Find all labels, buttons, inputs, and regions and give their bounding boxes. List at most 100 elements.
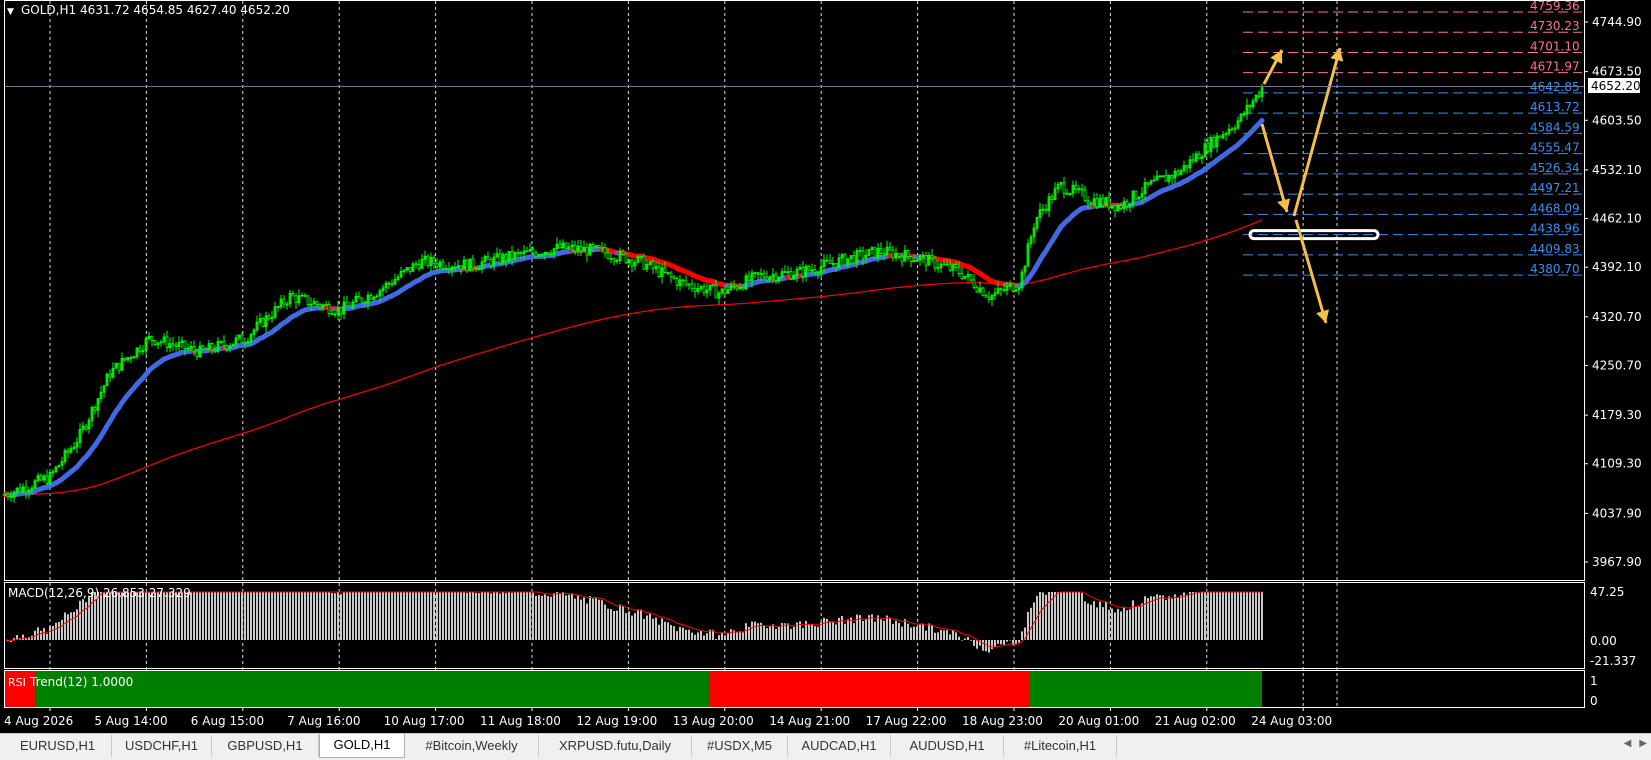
- candle-body: [643, 256, 645, 269]
- macd-bar: [220, 592, 222, 640]
- candle-body: [1249, 105, 1251, 106]
- macd-bar: [949, 634, 951, 640]
- candle-body: [1090, 203, 1092, 204]
- macd-bar: [481, 592, 483, 640]
- tab-gold-h1[interactable]: GOLD,H1: [319, 734, 405, 758]
- macd-bar: [703, 635, 705, 640]
- candle-body: [829, 261, 831, 264]
- macd-bar: [886, 616, 888, 640]
- candle-body: [658, 267, 660, 277]
- macd-bar: [334, 593, 336, 640]
- candle-body: [817, 272, 819, 273]
- macd-bar: [274, 592, 276, 640]
- candle-body: [409, 268, 411, 272]
- macd-bar: [439, 592, 441, 640]
- lower-level-label: 4380.70: [1530, 262, 1580, 276]
- tab-gbpusd-h1[interactable]: GBPUSD,H1: [212, 735, 319, 757]
- candle-body: [10, 497, 12, 498]
- macd-bar: [253, 592, 255, 640]
- macd-bar: [814, 626, 816, 640]
- candle-body: [349, 306, 351, 308]
- tab-scroll-right-icon[interactable]: ▶: [1639, 738, 1647, 749]
- macd-bar: [1165, 600, 1167, 640]
- macd-bar: [865, 619, 867, 640]
- macd-bar: [526, 592, 528, 640]
- candle-body: [460, 266, 462, 269]
- chart-tab-bar: EURUSD,H1USDCHF,H1GBPUSD,H1GOLD,H1#Bitco…: [0, 733, 1651, 760]
- candle-body: [889, 247, 891, 250]
- macd-bar: [1231, 592, 1233, 640]
- candle-body: [601, 247, 603, 248]
- macd-bar: [259, 592, 261, 640]
- candle-body: [328, 304, 330, 313]
- macd-bar: [418, 592, 420, 640]
- chart-menu-icon[interactable]: ▼: [7, 7, 14, 17]
- candles: [4, 84, 1263, 503]
- macd-bar: [1252, 592, 1254, 640]
- candle-body: [1081, 189, 1083, 190]
- tab-litecoin-h1[interactable]: #Litecoin,H1: [1004, 735, 1117, 757]
- candle-body: [580, 246, 582, 251]
- macd-bar: [1168, 596, 1170, 640]
- candle-body: [883, 253, 885, 255]
- macd-bar: [277, 592, 279, 640]
- tab-scroll-buttons[interactable]: ◀▶: [1607, 738, 1647, 754]
- macd-bar: [331, 593, 333, 640]
- tab-bitcoin-weekly[interactable]: #Bitcoin,Weekly: [405, 735, 539, 757]
- macd-bar: [685, 630, 687, 640]
- macd-bar: [247, 592, 249, 640]
- macd-bar: [1123, 607, 1125, 640]
- candle-body: [859, 251, 861, 252]
- macd-bar: [1189, 592, 1191, 640]
- time-axis-label: 21 Aug 02:00: [1155, 714, 1236, 728]
- macd-bar: [493, 592, 495, 640]
- macd-bar: [934, 633, 936, 640]
- tab-audusd-h1[interactable]: AUDUSD,H1: [891, 735, 1004, 757]
- tab-usdx-m5[interactable]: #USDX,M5: [692, 735, 788, 757]
- macd-bar: [1084, 601, 1086, 640]
- macd-bar: [208, 592, 210, 640]
- macd-bar: [997, 640, 999, 644]
- macd-bar: [79, 601, 81, 640]
- price-axis-label: 4320.70: [1592, 310, 1642, 324]
- candle-body: [532, 249, 534, 252]
- macd-bar: [1042, 592, 1044, 640]
- macd-bar: [1075, 592, 1077, 640]
- tab-usdchf-h1[interactable]: USDCHF,H1: [112, 735, 212, 757]
- price-axis-label: 4179.30: [1592, 408, 1642, 422]
- candle-body: [1243, 114, 1245, 115]
- macd-bar: [319, 592, 321, 640]
- candle-body: [262, 319, 264, 327]
- macd-bar: [430, 592, 432, 640]
- macd-bar: [751, 622, 753, 640]
- lower-level-label: 4409.83: [1530, 242, 1580, 256]
- macd-bar: [202, 592, 204, 640]
- tab-eurusd-h1[interactable]: EURUSD,H1: [4, 735, 112, 757]
- macd-bar: [676, 631, 678, 640]
- candle-body: [1126, 202, 1128, 207]
- macd-bar: [382, 592, 384, 640]
- macd-bar: [361, 592, 363, 640]
- candle-body: [898, 253, 900, 256]
- candle-body: [172, 344, 174, 345]
- macd-bar: [478, 593, 480, 640]
- macd-bar: [532, 593, 534, 640]
- candle-body: [358, 296, 360, 298]
- candle-body: [139, 348, 141, 352]
- macd-bar: [304, 592, 306, 640]
- macd-bar: [907, 624, 909, 640]
- candle-body: [853, 256, 855, 263]
- time-axis-label: 13 Aug 20:00: [673, 714, 754, 728]
- tab-scroll-left-icon[interactable]: ◀: [1624, 738, 1632, 749]
- macd-bar: [379, 592, 381, 640]
- macd-bar: [490, 593, 492, 640]
- candle-body: [517, 253, 519, 254]
- macd-bar: [553, 593, 555, 640]
- tab-xrpusd-futu-daily[interactable]: XRPUSD.futu,Daily: [539, 735, 692, 757]
- macd-bar: [415, 592, 417, 640]
- macd-bar: [1054, 592, 1056, 640]
- vertical-grid: [50, 1, 1337, 707]
- chart-area[interactable]: 4759.364730.234701.104671.974642.854613.…: [0, 0, 1651, 733]
- macd-bar: [358, 592, 360, 640]
- tab-audcad-h1[interactable]: AUDCAD,H1: [788, 735, 891, 757]
